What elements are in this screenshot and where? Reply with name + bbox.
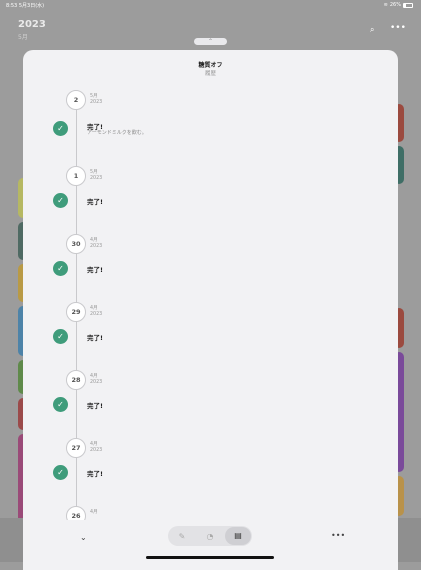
timeline-line <box>76 92 77 570</box>
background-month: 5月 <box>18 34 28 41</box>
sheet-title: 糖質オフ <box>198 62 223 69</box>
entry-status: 完了! <box>87 402 103 410</box>
home-indicator <box>146 556 274 559</box>
date-label: 4月 2023 <box>90 306 103 317</box>
more-icon: ••• <box>390 23 406 33</box>
date-circle: 29 <box>66 302 86 322</box>
check-icon[interactable]: ✓ <box>53 465 68 480</box>
view-segmented-control[interactable]: ✎ ◔ ▤ <box>168 526 252 546</box>
clock-icon[interactable]: ◔ <box>197 532 223 541</box>
edit-icon[interactable]: ✎ <box>169 532 195 541</box>
date-circle: 2 <box>66 90 86 110</box>
chevron-down-icon[interactable]: ⌄ <box>80 533 87 542</box>
date-label: 4月 <box>90 510 98 515</box>
battery-percent: 26% <box>389 2 401 8</box>
date-label: 4月 2023 <box>90 374 103 385</box>
entry-status: 完了! <box>87 198 103 206</box>
search-icon: ⌕ <box>370 25 375 34</box>
battery-icon <box>403 2 413 8</box>
date-circle: 27 <box>66 438 86 458</box>
date-label: 5月 2023 <box>90 170 103 181</box>
sheet-collapse-handle[interactable]: ⌃ <box>194 38 227 45</box>
date-label: 4月 2023 <box>90 238 103 249</box>
check-icon[interactable]: ✓ <box>53 397 68 412</box>
date-label: 5月 2023 <box>90 94 103 105</box>
date-circle: 1 <box>66 166 86 186</box>
check-icon[interactable]: ✓ <box>53 121 68 136</box>
history-sheet: 糖質オフ 履歴 2 5月 2023 ✓ 完了! アーモンドミルクを飲む。 1 5月… <box>23 50 398 570</box>
entry-status: 完了! <box>87 266 103 274</box>
more-options-icon[interactable]: ••• <box>331 531 345 540</box>
background-year: 2023 <box>18 19 46 30</box>
check-icon[interactable]: ✓ <box>53 329 68 344</box>
history-icon[interactable]: ▤ <box>225 527 251 545</box>
date-circle: 30 <box>66 234 86 254</box>
check-icon[interactable]: ✓ <box>53 193 68 208</box>
check-icon[interactable]: ✓ <box>53 261 68 276</box>
sheet-subtitle: 履歴 <box>204 71 216 77</box>
date-label: 4月 2023 <box>90 442 103 453</box>
bottom-toolbar: ⌄ ✎ ◔ ▤ ••• <box>23 520 398 570</box>
status-time: 8:53 5月3日(水) <box>6 3 45 9</box>
entry-status: 完了! <box>87 334 103 342</box>
status-bar: 8:53 5月3日(水) ≋ 26% <box>0 0 421 10</box>
wifi-icon: ≋ <box>383 2 388 8</box>
entry-status: 完了! <box>87 470 103 478</box>
status-right: ≋ 26% <box>384 2 413 8</box>
entry-note: アーモンドミルクを飲む。 <box>87 130 147 136</box>
date-circle: 28 <box>66 370 86 390</box>
